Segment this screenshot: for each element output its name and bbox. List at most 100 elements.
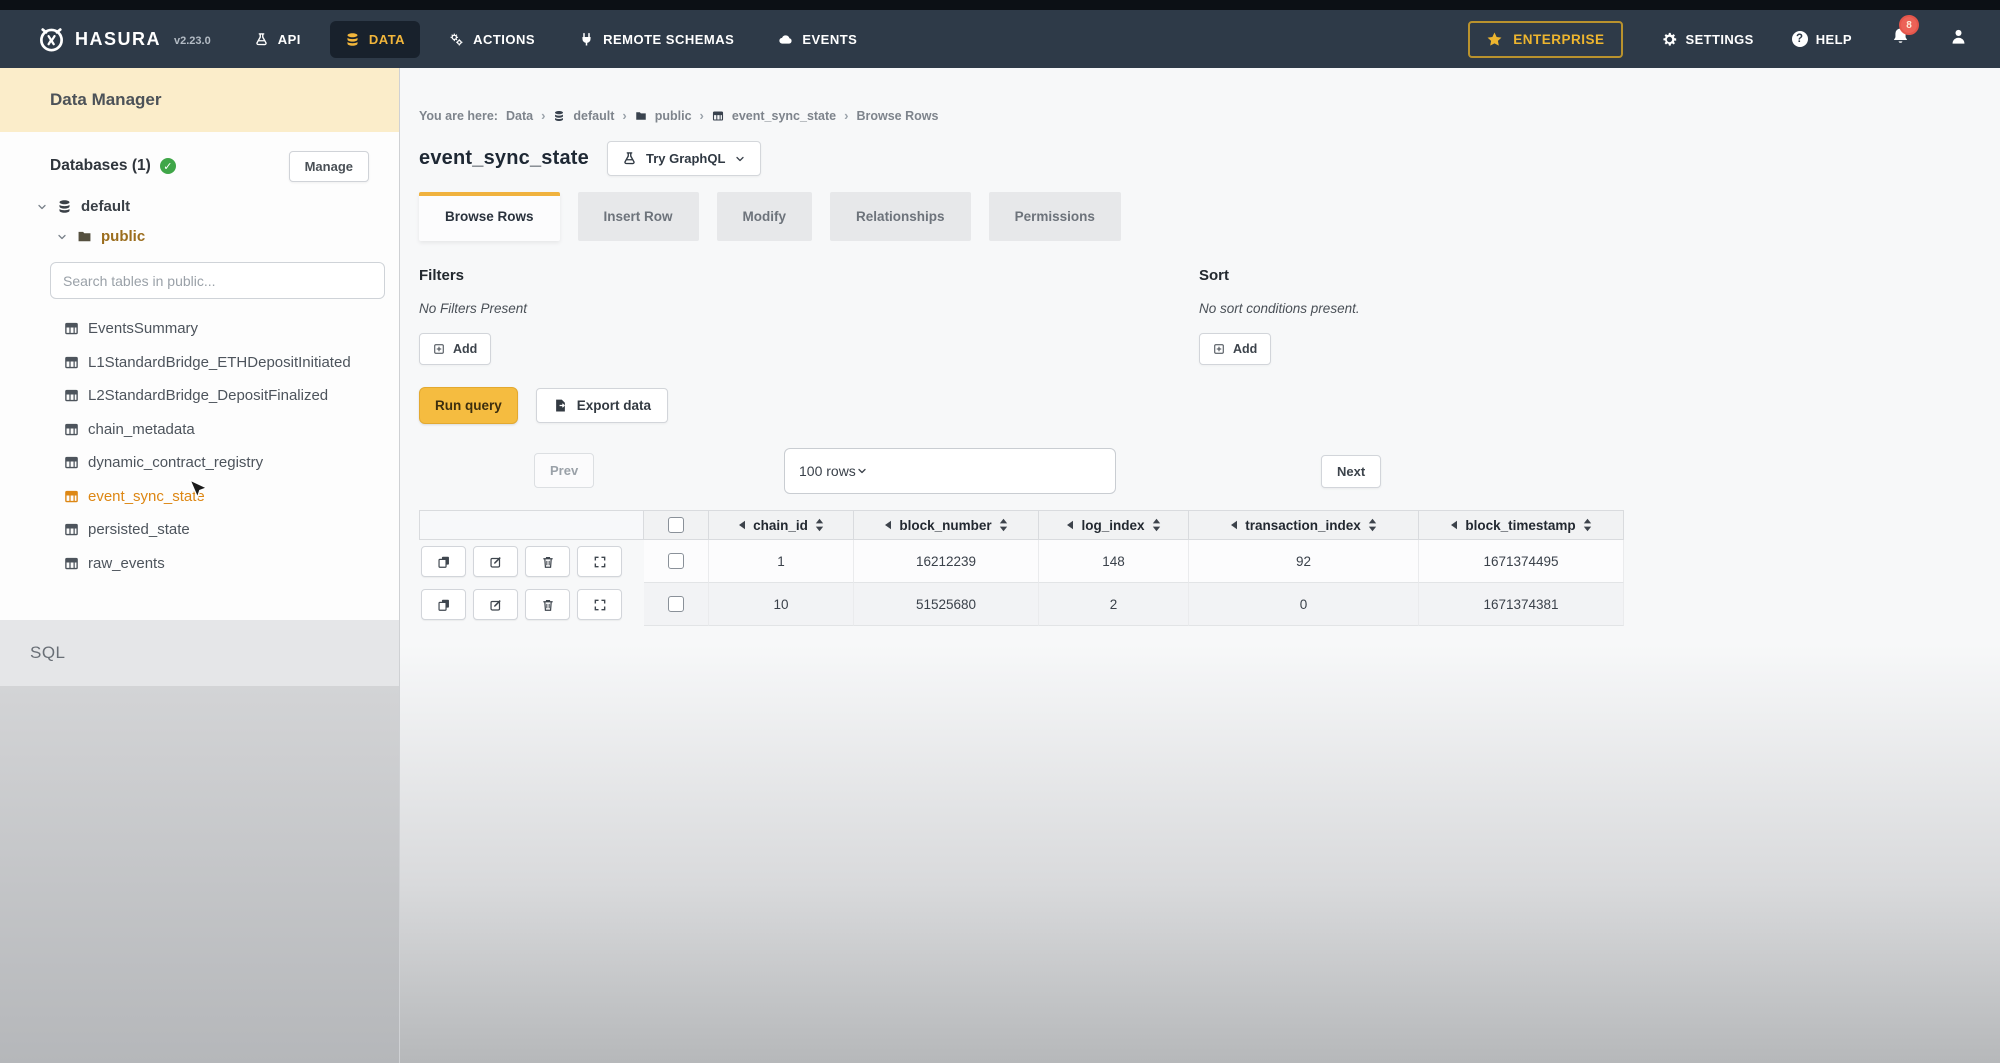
- schema-name: public: [101, 228, 145, 245]
- brand-name: HASURA: [75, 29, 161, 50]
- table-item-l1standardbridge[interactable]: L1StandardBridge_ETHDepositInitiated: [64, 346, 399, 380]
- table-list: EventsSummary L1StandardBridge_ETHDeposi…: [64, 312, 399, 580]
- tree-node-schema-public[interactable]: public: [56, 228, 399, 245]
- nav-item-actions[interactable]: ACTIONS: [434, 21, 550, 58]
- table-item-label: event_sync_state: [88, 488, 205, 505]
- table-item-label: dynamic_contract_registry: [88, 454, 263, 471]
- add-sort-button[interactable]: Add: [1199, 333, 1271, 365]
- gears-icon: [449, 32, 464, 47]
- breadcrumb-default[interactable]: default: [573, 109, 614, 123]
- table-item-dynamic-contract-registry[interactable]: dynamic_contract_registry: [64, 446, 399, 480]
- tab-browse-rows[interactable]: Browse Rows: [419, 192, 560, 241]
- row-checkbox[interactable]: [668, 553, 684, 569]
- header-cell-chain-id[interactable]: chain_id: [709, 510, 854, 540]
- nav-item-remote-schemas[interactable]: REMOTE SCHEMAS: [564, 21, 749, 58]
- chevron-down-icon: [36, 201, 48, 213]
- table-item-persisted-state[interactable]: persisted_state: [64, 513, 399, 547]
- header-cell-transaction-index[interactable]: transaction_index: [1189, 510, 1419, 540]
- nav-item-data[interactable]: DATA: [330, 21, 420, 58]
- edit-icon: [489, 555, 503, 569]
- table-item-event-sync-state[interactable]: event_sync_state: [64, 480, 399, 514]
- manage-button[interactable]: Manage: [289, 151, 369, 182]
- folder-icon: [77, 229, 92, 244]
- tab-relationships[interactable]: Relationships: [830, 192, 971, 241]
- nav-item-label: REMOTE SCHEMAS: [603, 32, 734, 47]
- search-tables-input[interactable]: [50, 262, 385, 299]
- header-cell-block-number[interactable]: block_number: [854, 510, 1039, 540]
- expand-row-button[interactable]: [577, 589, 622, 620]
- add-filter-button[interactable]: Add: [419, 333, 491, 365]
- sort-arrows-icon: [999, 518, 1008, 532]
- enterprise-button[interactable]: ENTERPRISE: [1468, 21, 1622, 58]
- header-cell-block-timestamp[interactable]: block_timestamp: [1419, 510, 1624, 540]
- prev-page-button[interactable]: Prev: [534, 453, 594, 488]
- caret-left-icon: [1230, 520, 1238, 530]
- flask-icon: [622, 151, 637, 166]
- column-label: transaction_index: [1245, 518, 1361, 533]
- breadcrumb-data[interactable]: Data: [506, 109, 533, 123]
- table-grid-icon: [64, 321, 79, 336]
- rows-table: chain_id block_number log_index transact…: [419, 510, 1624, 626]
- cell-log-index: 148: [1039, 540, 1189, 583]
- row-actions: [419, 540, 644, 583]
- hasura-brand[interactable]: HASURA v2.23.0: [38, 26, 211, 53]
- select-all-checkbox[interactable]: [668, 517, 684, 533]
- table-item-label: chain_metadata: [88, 421, 195, 438]
- settings-button[interactable]: SETTINGS: [1661, 31, 1754, 48]
- run-query-button[interactable]: Run query: [419, 387, 518, 424]
- table-item-l2standardbridge[interactable]: L2StandardBridge_DepositFinalized: [64, 379, 399, 413]
- nav-item-events[interactable]: EVENTS: [763, 21, 872, 58]
- delete-row-button[interactable]: [525, 589, 570, 620]
- edit-row-button[interactable]: [473, 589, 518, 620]
- nav-right-group: ENTERPRISE SETTINGS ? HELP 8: [1468, 21, 1968, 58]
- sort-arrows-icon: [1583, 518, 1592, 532]
- cell-block-timestamp: 1671374495: [1419, 540, 1624, 583]
- table-item-raw-events[interactable]: raw_events: [64, 547, 399, 581]
- tab-permissions[interactable]: Permissions: [989, 192, 1121, 241]
- nav-item-label: ACTIONS: [473, 32, 535, 47]
- table-item-eventssummary[interactable]: EventsSummary: [64, 312, 399, 346]
- page-size-select[interactable]: 100 rows: [784, 448, 1116, 494]
- plus-square-icon: [1213, 343, 1225, 355]
- try-graphql-button[interactable]: Try GraphQL: [607, 141, 761, 176]
- flask-icon: [254, 32, 269, 47]
- sort-empty-note: No sort conditions present.: [1199, 301, 1360, 316]
- filters-title: Filters: [419, 267, 1199, 284]
- tab-modify[interactable]: Modify: [717, 192, 813, 241]
- clone-row-button[interactable]: [421, 546, 466, 577]
- chevron-down-icon: [56, 231, 68, 243]
- expand-row-button[interactable]: [577, 546, 622, 577]
- sidebar-item-sql[interactable]: SQL: [0, 620, 399, 686]
- row-select-cell: [644, 583, 709, 626]
- filters-empty-note: No Filters Present: [419, 301, 1199, 316]
- cell-log-index: 2: [1039, 583, 1189, 626]
- gear-icon: [1661, 31, 1678, 48]
- edit-row-button[interactable]: [473, 546, 518, 577]
- caret-left-icon: [738, 520, 746, 530]
- filters-section: Filters No Filters Present Add: [419, 267, 1199, 365]
- nav-menu: API DATA ACTIONS REMOTE SCHEMAS EVENTS: [225, 21, 873, 58]
- clone-row-button[interactable]: [421, 589, 466, 620]
- help-button[interactable]: ? HELP: [1792, 31, 1852, 47]
- table-item-label: raw_events: [88, 555, 165, 572]
- edit-icon: [489, 598, 503, 612]
- table-item-chain-metadata[interactable]: chain_metadata: [64, 413, 399, 447]
- account-button[interactable]: [1949, 27, 1968, 51]
- hasura-logo-icon: [38, 26, 65, 53]
- notifications-button[interactable]: 8: [1890, 26, 1911, 52]
- databases-label: Databases (1): [50, 157, 151, 175]
- databases-label-group: Databases (1) ✓: [50, 157, 176, 175]
- database-icon: [345, 32, 360, 47]
- row-checkbox[interactable]: [668, 596, 684, 612]
- export-data-button[interactable]: Export data: [536, 388, 668, 423]
- header-cell-log-index[interactable]: log_index: [1039, 510, 1189, 540]
- tab-insert-row[interactable]: Insert Row: [578, 192, 699, 241]
- delete-row-button[interactable]: [525, 546, 570, 577]
- next-page-button[interactable]: Next: [1321, 455, 1381, 488]
- tree-node-database-default[interactable]: default: [36, 198, 399, 215]
- nav-item-api[interactable]: API: [239, 21, 316, 58]
- breadcrumb-event-sync-state[interactable]: event_sync_state: [732, 109, 836, 123]
- breadcrumb-public[interactable]: public: [655, 109, 692, 123]
- cell-block-timestamp: 1671374381: [1419, 583, 1624, 626]
- header-cell-actions: [419, 510, 644, 540]
